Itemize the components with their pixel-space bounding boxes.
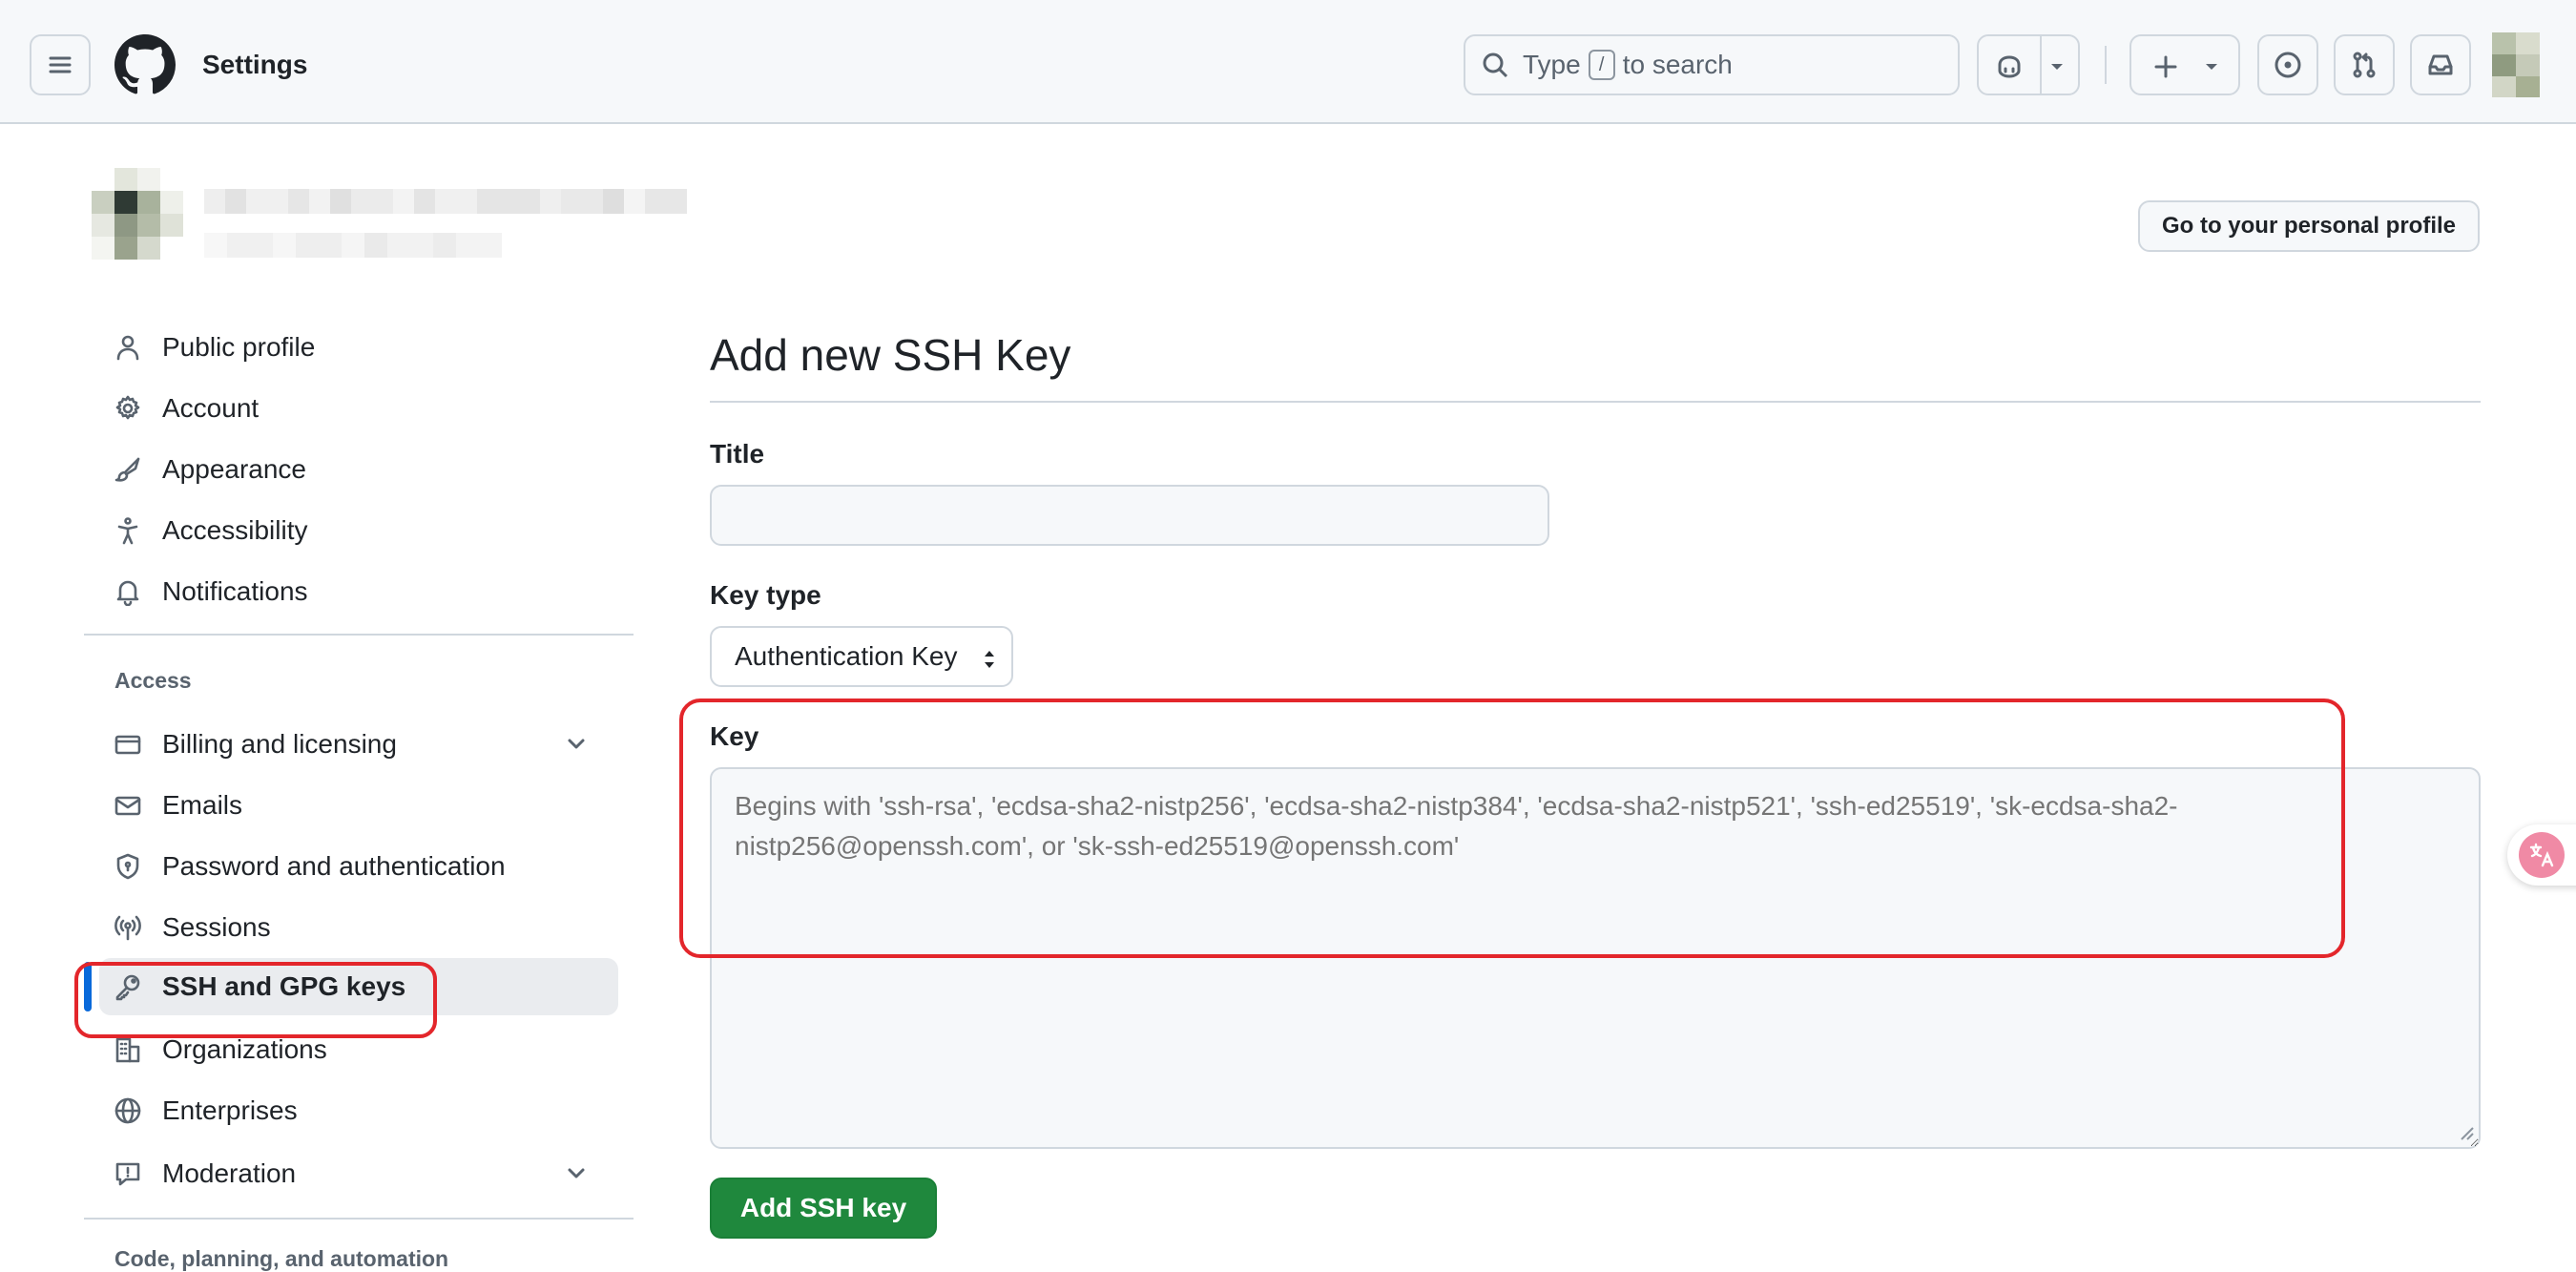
sidebar-item-label: Appearance — [162, 454, 307, 484]
sidebar-section-code: Code, planning, and automation — [114, 1246, 449, 1271]
title-label: Title — [710, 439, 765, 469]
sidebar-item-appearance[interactable]: Appearance — [99, 441, 614, 498]
globe-icon — [111, 1094, 145, 1128]
select-arrows-icon — [985, 651, 994, 668]
gear-icon — [111, 391, 145, 426]
sidebar-item-label: Password and authentication — [162, 851, 506, 881]
broadcast-icon — [111, 910, 145, 945]
sidebar-item-label: Enterprises — [162, 1095, 298, 1125]
key-type-select[interactable]: Authentication Key — [710, 626, 1013, 687]
chevron-down-icon — [2206, 64, 2217, 70]
sidebar-item-label: Sessions — [162, 912, 271, 942]
pull-requests-button[interactable] — [2334, 34, 2395, 95]
sidebar-item-billing[interactable]: Billing and licensing — [99, 716, 614, 773]
sidebar-item-emails[interactable]: Emails — [99, 777, 614, 834]
hamburger-icon — [49, 56, 72, 73]
key-type-label: Key type — [710, 580, 821, 610]
copilot-button[interactable] — [1977, 34, 2080, 95]
sidebar-item-sessions[interactable]: Sessions — [99, 899, 614, 956]
inbox-icon — [2428, 54, 2453, 75]
search-shortcut-key: / — [1588, 50, 1615, 80]
global-header: Settings Type / to search — [0, 0, 2576, 124]
sidebar-item-label: Billing and licensing — [162, 729, 397, 759]
sidebar-item-label: Account — [162, 393, 260, 423]
sidebar-divider — [84, 1218, 634, 1220]
create-new-button[interactable] — [2129, 34, 2240, 95]
user-handle-redacted — [204, 233, 504, 258]
issue-opened-icon — [2275, 52, 2301, 78]
report-icon — [111, 1157, 145, 1191]
plus-icon — [2154, 55, 2177, 78]
sidebar-item-label: Public profile — [162, 332, 316, 362]
sidebar-item-accessibility[interactable]: Accessibility — [99, 502, 614, 559]
sidebar-item-account[interactable]: Account — [99, 380, 614, 437]
paintbrush-icon — [111, 452, 145, 487]
person-icon — [111, 330, 145, 365]
shield-lock-icon — [111, 849, 145, 884]
go-to-profile-button[interactable]: Go to your personal profile — [2138, 200, 2480, 252]
sidebar-item-moderation[interactable]: Moderation — [99, 1145, 614, 1202]
sidebar-item-label: Notifications — [162, 576, 308, 606]
sidebar-item-label: Emails — [162, 790, 243, 820]
user-avatar-menu[interactable] — [2492, 32, 2540, 97]
search-input[interactable]: Type / to search — [1464, 34, 1960, 95]
header-title[interactable]: Settings — [202, 48, 307, 82]
bell-icon — [111, 574, 145, 609]
sidebar-item-label: Organizations — [162, 1034, 327, 1064]
chevron-down-icon[interactable] — [565, 733, 588, 761]
credit-card-icon — [111, 727, 145, 761]
sidebar-item-notifications[interactable]: Notifications — [99, 563, 614, 620]
sidebar-item-password[interactable]: Password and authentication — [99, 838, 614, 895]
github-logo-icon[interactable] — [114, 34, 176, 95]
user-name-redacted — [204, 189, 687, 214]
translate-extension-button[interactable] — [2507, 824, 2576, 886]
translate-icon — [2519, 832, 2565, 878]
copilot-icon — [1998, 55, 2021, 78]
sidebar-divider — [84, 634, 634, 636]
highlight-ssh-gpg-keys — [74, 962, 437, 1038]
menu-button[interactable] — [30, 34, 91, 95]
sidebar-item-enterprises[interactable]: Enterprises — [99, 1082, 614, 1139]
header-divider — [2105, 46, 2107, 84]
chevron-down-icon[interactable] — [565, 1162, 588, 1190]
sidebar-item-label: Moderation — [162, 1158, 297, 1188]
key-type-value: Authentication Key — [735, 641, 958, 671]
sidebar-item-public-profile[interactable]: Public profile — [99, 319, 614, 376]
resize-handle-icon[interactable] — [2460, 1126, 2475, 1141]
sidebar-item-label: Accessibility — [162, 515, 308, 545]
issues-button[interactable] — [2257, 34, 2318, 95]
search-prefix: Type — [1523, 50, 1581, 79]
accessibility-icon — [111, 513, 145, 548]
add-ssh-key-button[interactable]: Add SSH key — [710, 1178, 937, 1239]
inbox-button[interactable] — [2410, 34, 2471, 95]
highlight-key-field — [679, 699, 2345, 958]
title-divider — [710, 401, 2481, 403]
search-suffix: to search — [1622, 50, 1733, 79]
user-avatar[interactable] — [92, 168, 183, 260]
mail-icon — [111, 788, 145, 823]
git-pull-request-icon — [2353, 52, 2376, 78]
chevron-down-icon[interactable] — [2049, 61, 2065, 73]
page-title: Add new SSH Key — [710, 330, 1071, 380]
search-icon — [1483, 52, 1508, 78]
sidebar-section-access: Access — [114, 668, 192, 693]
title-input[interactable] — [710, 485, 1549, 546]
